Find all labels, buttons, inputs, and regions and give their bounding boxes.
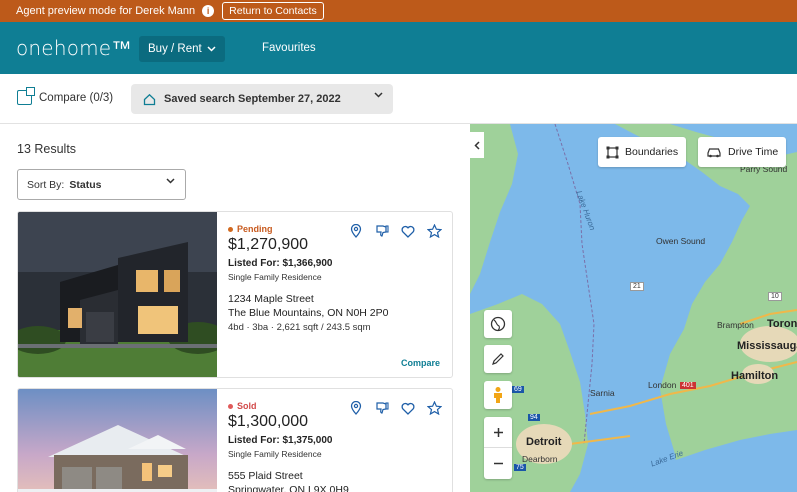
collapse-map-button[interactable] [470, 132, 484, 158]
map-style-button[interactable] [484, 310, 512, 338]
agent-preview-bar: Agent preview mode for Derek Mann i Retu… [0, 0, 797, 22]
results-toolbar: Compare (0/3) Saved search September 27,… [0, 74, 797, 124]
map-view[interactable]: Parry Sound Owen Sound Lake Huron Brampt… [470, 124, 797, 492]
boundaries-icon [606, 146, 619, 158]
chevron-down-icon [166, 178, 175, 184]
status-label: Pending [237, 224, 273, 234]
return-to-contacts-button[interactable]: Return to Contacts [222, 2, 324, 20]
status-label: Sold [237, 401, 257, 411]
map-label: Dearborn [522, 454, 558, 464]
car-icon [707, 148, 721, 158]
heart-icon[interactable] [400, 223, 416, 239]
status-dot [228, 403, 233, 409]
buy-rent-label: Buy / Rent [148, 43, 202, 55]
listing-details: Pending $1,270,900 Listed For: $1,366,90… [228, 212, 452, 377]
listing-price: $1,270,900 [228, 236, 309, 253]
street-view-button[interactable] [484, 381, 512, 409]
listing-details: Sold $1,300,000 Listed For: $1,375,000 S… [228, 389, 452, 492]
card-actions [348, 223, 442, 239]
listed-for: Listed For: $1,375,000 [228, 435, 333, 446]
map-label: Hamilton [731, 370, 779, 382]
boundaries-button[interactable]: Boundaries [598, 137, 687, 167]
map-label: Mississauga [737, 340, 797, 352]
agent-preview-text: Agent preview mode for Derek Mann [16, 5, 196, 17]
zoom-in-button[interactable] [484, 417, 512, 448]
street-address: 555 Plaid Street [228, 470, 303, 482]
top-nav: onehome™ Buy / Rent Favourites [0, 22, 797, 74]
highway-shield: 75 [514, 464, 526, 471]
property-type: Single Family Residence [228, 272, 322, 282]
minus-icon [493, 462, 503, 465]
listing-photo[interactable] [18, 212, 217, 377]
listed-for: Listed For: $1,366,900 [228, 258, 333, 269]
sort-value: Status [69, 178, 102, 191]
sort-dropdown[interactable]: Sort By: Status [17, 169, 186, 200]
plus-icon [493, 427, 503, 437]
city-address: Springwater, ON L9X 0H9 [228, 484, 349, 492]
onehome-logo[interactable]: onehome™ [16, 36, 132, 61]
thumbs-down-icon[interactable] [374, 400, 390, 416]
map-pin-icon[interactable] [348, 400, 364, 416]
listing-card[interactable]: Pending $1,270,900 Listed For: $1,366,90… [17, 211, 453, 378]
compare-link[interactable]: Compare [401, 358, 440, 368]
zoom-control [484, 417, 512, 479]
pencil-icon [492, 353, 504, 365]
listing-price: $1,300,000 [228, 413, 309, 430]
sort-label: Sort By: [27, 178, 65, 191]
thumbs-down-icon[interactable] [374, 223, 390, 239]
chevron-down-icon [374, 92, 383, 98]
chevron-left-icon [474, 140, 480, 150]
street-address: 1234 Maple Street [228, 293, 314, 305]
boundaries-label: Boundaries [625, 146, 679, 158]
star-icon[interactable] [426, 400, 442, 416]
map-pin-icon[interactable] [348, 223, 364, 239]
info-icon[interactable]: i [202, 5, 215, 17]
status-badge: Sold [228, 401, 257, 411]
draw-button[interactable] [484, 345, 512, 373]
compare-label: Compare (0/3) [39, 91, 114, 104]
pegman-icon [494, 387, 502, 403]
highway-shield: 10 [768, 292, 782, 301]
status-dot [228, 226, 233, 232]
globe-icon [490, 316, 506, 332]
highway-shield: 69 [512, 386, 524, 393]
highway-shield: 21 [630, 282, 644, 291]
status-badge: Pending [228, 224, 273, 234]
highway-shield: 401 [680, 382, 696, 389]
buy-rent-menu[interactable]: Buy / Rent [139, 36, 225, 62]
compare-button[interactable]: Compare (0/3) [17, 87, 114, 105]
drive-time-label: Drive Time [728, 146, 779, 158]
favourites-link[interactable]: Favourites [262, 42, 316, 54]
drive-time-button[interactable]: Drive Time [698, 137, 787, 167]
saved-search-dropdown[interactable]: Saved search September 27, 2022 [131, 84, 393, 114]
listing-photo[interactable] [18, 389, 217, 492]
zoom-out-button[interactable] [484, 448, 512, 479]
map-canvas [470, 124, 797, 492]
map-label: Detroit [526, 436, 562, 448]
map-label: Owen Sound [656, 236, 706, 246]
map-label: Brampton [717, 320, 754, 330]
saved-search-label: Saved search September 27, 2022 [164, 93, 341, 105]
card-actions [348, 400, 442, 416]
compare-icon [17, 87, 35, 105]
results-count: 13 Results [17, 142, 77, 156]
city-address: The Blue Mountains, ON N0H 2P0 [228, 307, 389, 319]
map-label: Toron [767, 318, 797, 330]
property-specs: 4bd · 3ba · 2,621 sqft / 243.5 sqm [228, 322, 371, 333]
listing-card[interactable]: Sold $1,300,000 Listed For: $1,375,000 S… [17, 388, 453, 492]
heart-icon[interactable] [400, 400, 416, 416]
highway-shield: 94 [528, 414, 540, 421]
chevron-down-icon [207, 46, 216, 52]
home-icon [143, 93, 156, 105]
map-label: Sarnia [590, 388, 615, 398]
property-type: Single Family Residence [228, 449, 322, 459]
map-label: London [648, 380, 677, 390]
star-icon[interactable] [426, 223, 442, 239]
